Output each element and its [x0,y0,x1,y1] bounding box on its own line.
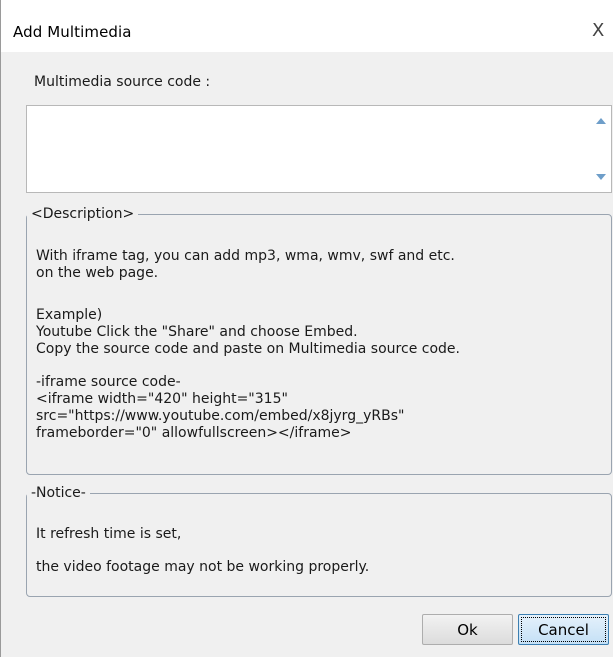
description-line: frameborder="0" allowfullscreen></iframe… [36,425,352,441]
source-code-box [26,105,612,193]
cancel-button[interactable]: Cancel [518,614,609,645]
description-line: on the web page. [36,265,159,281]
close-icon[interactable]: X [592,20,613,42]
scroll-up-arrow-icon[interactable] [596,118,606,124]
add-multimedia-dialog: Add Multimedia X Multimedia source code … [0,0,613,657]
dialog-title: Add Multimedia [13,23,132,41]
description-line: <iframe width="420" height="315" [36,391,288,407]
title-bar: Add Multimedia X [1,0,613,52]
description-line: Youtube Click the "Share" and choose Emb… [36,324,358,340]
description-line: Copy the source code and paste on Multim… [36,341,460,357]
notice-legend: -Notice- [31,485,86,501]
description-line: With iframe tag, you can add mp3, wma, w… [36,248,455,264]
ok-button[interactable]: Ok [422,614,513,645]
description-line: Example) [36,307,103,323]
scroll-down-arrow-icon[interactable] [596,174,606,180]
notice-group: -Notice- It refresh time is set, the vid… [26,485,612,597]
notice-line: the video footage may not be working pro… [36,559,370,575]
source-code-scrollbar[interactable] [592,106,611,192]
source-code-input[interactable] [27,106,593,192]
description-legend: <Description> [31,206,135,222]
description-group: <Description> With iframe tag, you can a… [26,206,612,475]
description-line: src="https://www.youtube.com/embed/x8jyr… [36,408,405,424]
description-line: -iframe source code- [36,374,181,390]
notice-line: It refresh time is set, [36,526,182,542]
source-code-label: Multimedia source code : [34,74,211,90]
